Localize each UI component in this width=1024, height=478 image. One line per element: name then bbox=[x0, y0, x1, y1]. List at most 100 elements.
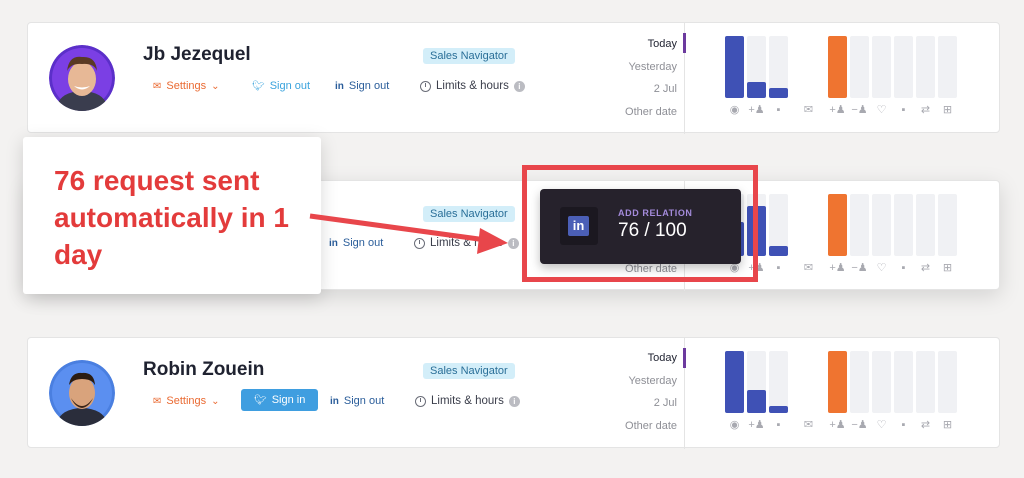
stat-bar[interactable] bbox=[916, 351, 935, 413]
stat-bar[interactable] bbox=[799, 194, 818, 256]
stat-bar-fill bbox=[828, 194, 847, 256]
stats-icons: ◉ +♟ ▪ ✉ +♟ −♟ ♡ ▪ ⇄ ⊞ bbox=[725, 418, 965, 432]
stat-bar[interactable] bbox=[872, 351, 891, 413]
profile-card: Robin Zouein Sales Navigator ✉ Settings … bbox=[27, 337, 1000, 449]
comment-icon: ▪ bbox=[901, 262, 906, 274]
heart-icon: ♡ bbox=[876, 262, 887, 274]
twitter-icon: 🐦︎ bbox=[254, 394, 267, 406]
stat-bar[interactable] bbox=[894, 351, 913, 413]
twitter-label: Sign in bbox=[271, 394, 306, 406]
linkedin-sign-out-button[interactable]: in Sign out bbox=[335, 80, 389, 92]
date-option[interactable]: Today bbox=[648, 352, 677, 364]
stat-bar[interactable] bbox=[872, 194, 891, 256]
info-icon[interactable]: i bbox=[508, 395, 520, 407]
mail-icon: ✉ bbox=[153, 80, 162, 92]
stat-bar[interactable] bbox=[894, 36, 913, 98]
stat-bar[interactable] bbox=[938, 351, 957, 413]
info-icon[interactable]: i bbox=[507, 237, 519, 249]
stat-bar[interactable] bbox=[828, 194, 847, 256]
stat-bar[interactable] bbox=[916, 194, 935, 256]
stat-bar[interactable] bbox=[850, 351, 869, 413]
stat-bar[interactable] bbox=[828, 351, 847, 413]
date-selector: Today Yesterday 2 Jul Other date bbox=[597, 23, 677, 134]
stats-bars bbox=[725, 36, 965, 98]
limits-hours-button[interactable]: Limits & hours i bbox=[415, 395, 520, 407]
stat-bar[interactable] bbox=[850, 194, 869, 256]
stat-bar[interactable] bbox=[769, 194, 788, 256]
heart-icon: ♡ bbox=[876, 419, 887, 431]
remove-user-icon: −♟ bbox=[851, 419, 868, 431]
stat-bar-fill bbox=[725, 351, 744, 413]
stat-bar[interactable] bbox=[894, 194, 913, 256]
stat-bar[interactable] bbox=[938, 36, 957, 98]
date-option[interactable]: Other date bbox=[625, 420, 677, 432]
stat-bar[interactable] bbox=[916, 36, 935, 98]
limits-hours-button[interactable]: Limits & hours i bbox=[414, 237, 519, 249]
active-date-marker bbox=[683, 33, 686, 53]
date-option[interactable]: Other date bbox=[625, 106, 677, 118]
stat-bar[interactable] bbox=[747, 36, 766, 98]
stat-bar[interactable] bbox=[725, 36, 744, 98]
clock-icon bbox=[415, 395, 426, 407]
date-option[interactable]: Today bbox=[648, 38, 677, 50]
settings-button[interactable]: ✉ Settings ⌄ bbox=[153, 395, 220, 407]
sales-navigator-badge: Sales Navigator bbox=[423, 48, 515, 64]
profile-name: Robin Zouein bbox=[143, 359, 265, 380]
stat-bar-fill bbox=[747, 390, 766, 413]
date-option[interactable]: 2 Jul bbox=[654, 397, 677, 409]
add-user-icon: +♟ bbox=[829, 262, 846, 274]
repost-icon: ⇄ bbox=[920, 419, 931, 431]
limits-label: Limits & hours bbox=[431, 395, 504, 407]
stat-bar[interactable] bbox=[769, 36, 788, 98]
add-user-icon: +♟ bbox=[748, 104, 765, 116]
stat-bar[interactable] bbox=[872, 36, 891, 98]
linkedin-icon: in bbox=[330, 395, 339, 407]
stat-bar[interactable] bbox=[938, 194, 957, 256]
stats-icons: ◉ +♟ ▪ ✉ +♟ −♟ ♡ ▪ ⇄ ⊞ bbox=[725, 103, 965, 117]
user-icon: ◉ bbox=[729, 419, 740, 431]
sales-navigator-badge: Sales Navigator bbox=[423, 206, 515, 222]
twitter-icon: 🐦︎ bbox=[252, 80, 265, 92]
limits-hours-button[interactable]: Limits & hours i bbox=[420, 80, 525, 92]
twitter-sign-in-button[interactable]: 🐦︎ Sign in bbox=[241, 389, 319, 411]
sales-navigator-badge: Sales Navigator bbox=[423, 363, 515, 379]
message-icon: ▪ bbox=[776, 419, 781, 431]
limits-label: Limits & hours bbox=[430, 237, 503, 249]
date-option[interactable]: Yesterday bbox=[628, 61, 677, 73]
annotation-text: 76 request sent automatically in 1 day bbox=[54, 165, 289, 270]
limits-label: Limits & hours bbox=[436, 80, 509, 92]
comment-icon: ▪ bbox=[901, 419, 906, 431]
stat-bar[interactable] bbox=[799, 36, 818, 98]
stat-bar[interactable] bbox=[850, 36, 869, 98]
date-option[interactable]: Yesterday bbox=[628, 375, 677, 387]
remove-user-icon: −♟ bbox=[851, 104, 868, 116]
linkedin-icon: in bbox=[335, 80, 344, 92]
highlight-box bbox=[522, 165, 758, 282]
mail-icon: ✉ bbox=[803, 262, 814, 274]
avatar[interactable] bbox=[49, 360, 115, 426]
stat-bar[interactable] bbox=[725, 351, 744, 413]
stat-bar[interactable] bbox=[799, 351, 818, 413]
annotation-callout: 76 request sent automatically in 1 day bbox=[23, 137, 321, 294]
settings-button[interactable]: ✉ Settings ⌄ bbox=[153, 80, 220, 92]
message-icon: ▪ bbox=[776, 262, 781, 274]
stat-bar[interactable] bbox=[769, 351, 788, 413]
linkedin-label: Sign out bbox=[342, 237, 384, 249]
linkedin-sign-out-button[interactable]: in Sign out bbox=[329, 237, 383, 249]
stat-bar[interactable] bbox=[828, 36, 847, 98]
linkedin-label: Sign out bbox=[348, 80, 390, 92]
mail-icon: ✉ bbox=[803, 104, 814, 116]
date-option[interactable]: 2 Jul bbox=[654, 83, 677, 95]
twitter-sign-out-button[interactable]: 🐦︎ Sign out bbox=[252, 80, 310, 92]
clock-icon bbox=[414, 237, 425, 249]
mail-icon: ✉ bbox=[803, 419, 814, 431]
avatar[interactable] bbox=[49, 45, 115, 111]
stat-bar[interactable] bbox=[747, 351, 766, 413]
add-post-icon: ⊞ bbox=[942, 419, 953, 431]
profile-name: Jb Jezequel bbox=[143, 44, 251, 65]
stat-bar-fill bbox=[769, 246, 788, 256]
linkedin-sign-out-button[interactable]: in Sign out bbox=[330, 395, 384, 407]
chevron-down-icon: ⌄ bbox=[211, 395, 220, 407]
heart-icon: ♡ bbox=[876, 104, 887, 116]
info-icon[interactable]: i bbox=[513, 80, 525, 92]
